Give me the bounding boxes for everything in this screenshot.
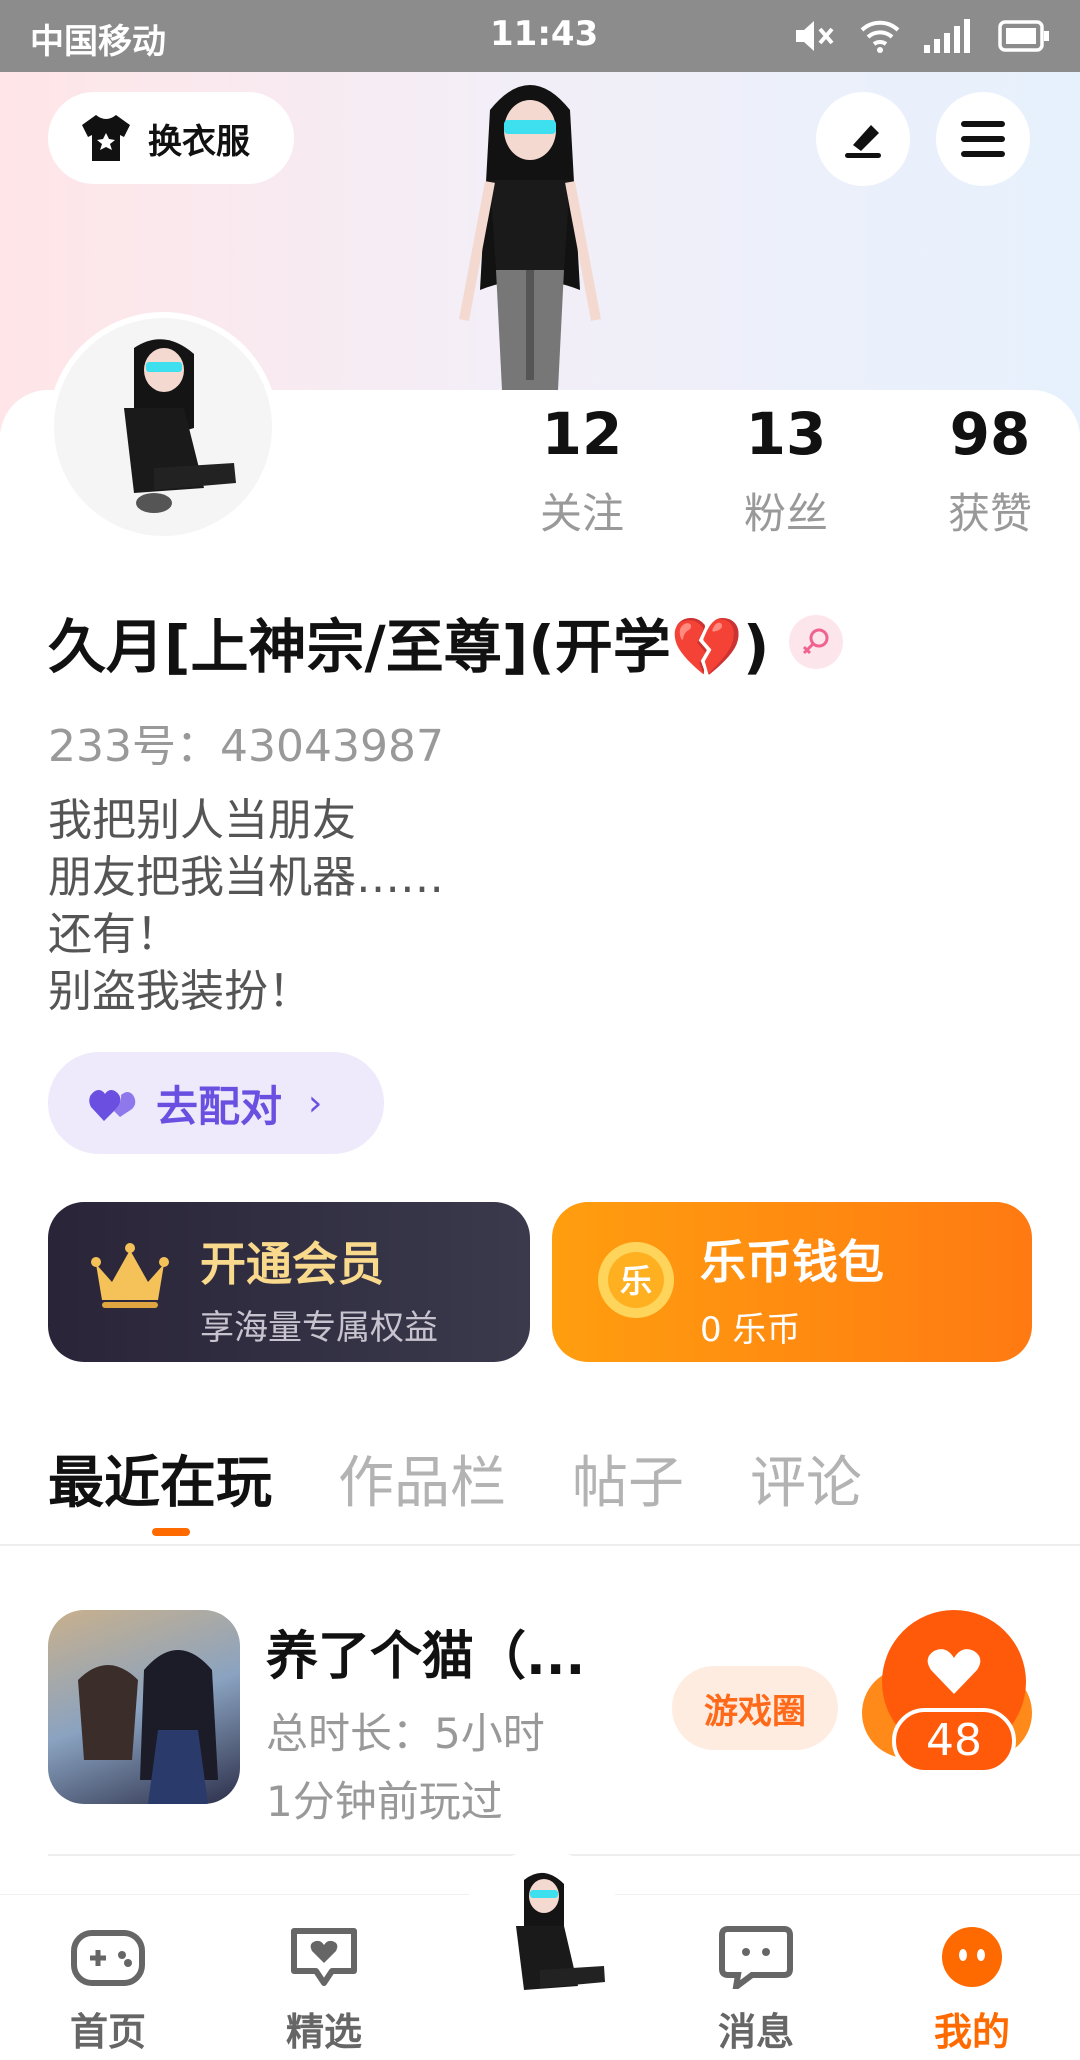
- avatar[interactable]: [48, 312, 278, 542]
- game-playtime: 总时长：5小时: [266, 1709, 545, 1758]
- nav-me[interactable]: 我的: [902, 1925, 1042, 2056]
- message-icon: [719, 1926, 793, 1994]
- chevron-right-icon: ›: [308, 1082, 323, 1124]
- nav-featured[interactable]: 精选: [254, 1925, 394, 2056]
- vip-subtitle: 享海量专属权益: [200, 1308, 438, 1348]
- account-id: 233号：43043987: [48, 721, 444, 772]
- nav-avatar-button[interactable]: [460, 1850, 624, 2014]
- coin-glyph: 乐: [620, 1262, 652, 1300]
- nav-home[interactable]: 首页: [38, 1925, 178, 2056]
- wardrobe-label: 换衣服: [148, 121, 250, 162]
- list-item[interactable]: 养了个猫（... 总时长：5小时 1分钟前玩过 游戏圈 48: [48, 1610, 1032, 1826]
- like-count: 48: [892, 1708, 1016, 1774]
- profile-bio: 我把别人当朋友 朋友把我当机器…… 还有！ 别盗我装扮！: [48, 792, 444, 1020]
- like-button[interactable]: 48: [862, 1610, 1042, 1790]
- menu-button[interactable]: [936, 92, 1030, 186]
- battery-icon: [998, 20, 1049, 52]
- tabs-divider: [0, 1544, 1080, 1546]
- tab-works[interactable]: 作品栏: [338, 1438, 506, 1519]
- nav-label: 精选: [285, 2010, 362, 2054]
- stat-value: 12: [541, 400, 623, 468]
- game-thumbnail[interactable]: [48, 1610, 240, 1804]
- carrier-name: 中国移动: [30, 22, 166, 62]
- hamburger-icon: [961, 121, 1005, 157]
- avatar-figure-icon: [124, 339, 236, 513]
- nav-label: 首页: [69, 2010, 146, 2054]
- coin-icon: 乐: [598, 1242, 674, 1318]
- vip-title: 开通会员: [200, 1237, 384, 1291]
- tab-recent-played[interactable]: 最近在玩: [48, 1438, 272, 1536]
- stat-label: 获赞: [947, 489, 1032, 538]
- nav-label: 消息: [717, 2010, 794, 2054]
- tab-posts[interactable]: 帖子: [572, 1438, 684, 1519]
- match-label: 去配对: [156, 1081, 283, 1131]
- nav-label: 我的: [933, 2010, 1010, 2054]
- wallet-card[interactable]: 乐 乐币钱包 0 乐币: [552, 1202, 1032, 1362]
- profile-stats: 12 关注 13 粉丝 98 获赞: [480, 398, 1080, 541]
- bio-line: 朋友把我当机器……: [48, 852, 444, 903]
- pen-icon: [845, 125, 881, 158]
- avatar-figure-icon: [516, 1872, 605, 1990]
- stat-label: 关注: [539, 489, 624, 538]
- heart-chat-icon: [291, 1928, 357, 1986]
- female-gender-icon: [789, 615, 844, 669]
- stat-label: 粉丝: [743, 489, 828, 538]
- match-button[interactable]: 去配对 ›: [48, 1052, 384, 1154]
- tshirt-icon: [82, 115, 130, 161]
- status-icons: [792, 16, 1050, 56]
- stat-followers[interactable]: 13 粉丝: [684, 398, 888, 541]
- stat-likes[interactable]: 98 获赞: [888, 398, 1080, 541]
- stat-following[interactable]: 12 关注: [480, 398, 684, 541]
- nav-messages[interactable]: 消息: [686, 1925, 826, 2056]
- double-heart-icon: [89, 1090, 136, 1121]
- vip-card[interactable]: 开通会员 享海量专属权益: [48, 1202, 530, 1362]
- avatar-3d-figure[interactable]: [430, 70, 630, 390]
- stat-value: 13: [745, 400, 827, 468]
- tab-comments[interactable]: 评论: [750, 1438, 862, 1519]
- crown-icon: [91, 1243, 169, 1308]
- face-icon: [942, 1927, 1002, 1987]
- wallet-balance: 0 乐币: [700, 1310, 801, 1350]
- wardrobe-button[interactable]: 换衣服: [48, 92, 294, 184]
- gamepad-icon: [71, 1930, 145, 1986]
- wifi-icon: [860, 20, 900, 53]
- heart-icon: [927, 1649, 981, 1694]
- profile-tabs: 最近在玩 作品栏 帖子 评论: [48, 1438, 928, 1536]
- wallet-title: 乐币钱包: [700, 1235, 884, 1289]
- stat-value: 98: [949, 400, 1031, 468]
- signal-icon: [924, 19, 970, 53]
- username: 久月[上神宗/至尊](开学💔): [48, 600, 844, 684]
- bio-line: 还有！: [48, 909, 180, 960]
- bio-line: 别盗我装扮！: [48, 966, 312, 1017]
- game-title: 养了个猫（...: [266, 1627, 586, 1687]
- game-last-played: 1分钟前玩过: [266, 1777, 503, 1826]
- mute-icon: [796, 21, 834, 51]
- bio-line: 我把别人当朋友: [48, 795, 356, 846]
- status-bar: 中国移动 11:43: [0, 0, 1080, 72]
- username-text: 久月[上神宗/至尊](开学💔): [48, 613, 770, 681]
- game-circle-button[interactable]: 游戏圈: [672, 1666, 838, 1750]
- edit-profile-button[interactable]: [816, 92, 910, 186]
- status-time: 11:43: [490, 14, 599, 54]
